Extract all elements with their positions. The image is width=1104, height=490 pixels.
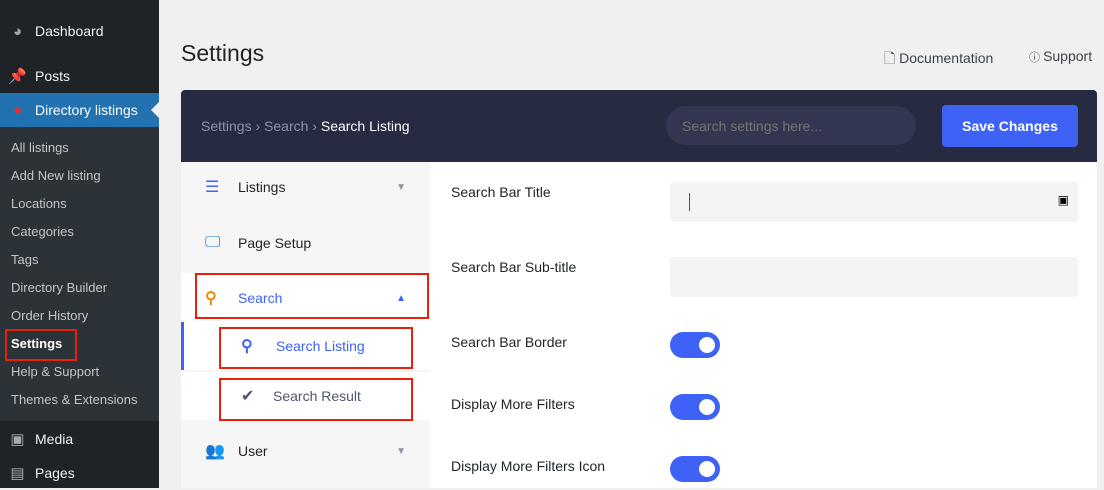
settings-header: Settings › Search › Search Listing Save … [181, 90, 1097, 162]
field-label: Display More Filters Icon [451, 458, 606, 474]
breadcrumb: Settings › Search › Search Listing [201, 118, 410, 134]
nav-page-setup[interactable]: 🖵 Page Setup [181, 218, 430, 268]
highlight-box [219, 327, 413, 369]
pages-icon: ▤ [10, 465, 25, 482]
highlight-box [195, 273, 429, 319]
text-cursor [689, 193, 690, 211]
crumb-current: Search Listing [320, 118, 410, 134]
menu-dashboard[interactable]: ◕ Dashboard [0, 14, 159, 48]
search-bar-border-toggle[interactable] [670, 332, 720, 358]
menu-pages[interactable]: ▤ Pages [0, 456, 159, 490]
submenu-categories[interactable]: Categories [0, 218, 159, 246]
menu-label: Directory listings [35, 102, 138, 118]
save-changes-button[interactable]: Save Changes [942, 105, 1078, 147]
link-label: Support [1043, 48, 1093, 64]
highlight-box [219, 378, 413, 421]
list-icon: ☰ [205, 179, 220, 196]
search-bar-subtitle-input[interactable] [670, 257, 1078, 297]
submenu-themes[interactable]: Themes & Extensions [0, 386, 159, 414]
menu-label: Dashboard [35, 23, 104, 39]
menu-posts[interactable]: 📌 Posts [0, 59, 159, 93]
more-filters-icon-toggle[interactable] [670, 456, 720, 482]
submenu-tags[interactable]: Tags [0, 246, 159, 274]
help-icon: ⓘ [1029, 52, 1044, 64]
link-label: Documentation [899, 50, 994, 66]
nav-label: Page Setup [238, 235, 312, 251]
nav-label: User [238, 443, 268, 459]
caret-down-icon: ▼ [396, 181, 406, 193]
nav-listings[interactable]: ☰ Listings ▼ [181, 162, 430, 212]
contact-card-icon[interactable]: ▣ [1058, 193, 1069, 207]
crumb-search[interactable]: Search [264, 118, 308, 134]
menu-label: Posts [35, 68, 71, 84]
field-label: Display More Filters [451, 396, 575, 412]
page-title: Settings [181, 40, 265, 66]
menu-label: Pages [35, 465, 75, 481]
pin-icon: 📌 [8, 68, 27, 85]
submenu-directory-builder[interactable]: Directory Builder [0, 274, 159, 302]
monitor-icon: 🖵 [205, 234, 221, 251]
highlight-box [5, 329, 77, 361]
settings-nav: ☰ Listings ▼ 🖵 Page Setup ⚲ Search ▲ ⚲ Search … [181, 162, 430, 488]
menu-media[interactable]: ▣ Media [0, 422, 159, 456]
submenu-help[interactable]: Help & Support [0, 358, 159, 386]
field-label: Search Bar Sub-title [451, 259, 577, 275]
more-filters-toggle[interactable] [670, 394, 720, 420]
settings-content: Search Bar Title ▣ Search Bar Sub-title … [430, 162, 1097, 488]
menu-label: Media [35, 431, 74, 447]
search-settings-input[interactable] [666, 106, 916, 145]
search-bar-title-input[interactable]: ▣ [670, 182, 1078, 222]
caret-down-icon: ▼ [396, 445, 406, 457]
support-link[interactable]: ⓘ Support [1029, 48, 1092, 65]
submenu-locations[interactable]: Locations [0, 190, 159, 218]
wp-admin-menu: ◕ Dashboard 📌 Posts ● Directory listings Al… [0, 0, 159, 488]
submenu: All listings Add New listing Locations C… [0, 127, 159, 421]
documentation-link[interactable]: 🗋 Documentation [884, 48, 993, 72]
users-icon: 👥 [205, 443, 225, 460]
submenu-all-listings[interactable]: All listings [0, 134, 159, 162]
menu-directory-listings[interactable]: ● Directory listings [0, 93, 159, 127]
field-label: Search Bar Title [451, 184, 551, 200]
field-label: Search Bar Border [451, 334, 567, 350]
nav-user[interactable]: 👥 User ▼ [181, 426, 430, 476]
document-icon: 🗋 [884, 50, 900, 66]
media-icon: ▣ [10, 431, 25, 448]
map-pin-icon: ● [12, 101, 23, 119]
submenu-order-history[interactable]: Order History [0, 302, 159, 330]
crumb-settings[interactable]: Settings [201, 118, 252, 134]
scrollbar-track[interactable] [1097, 162, 1104, 488]
dashboard-icon: ◕ [12, 22, 23, 40]
nav-label: Listings [238, 179, 286, 195]
submenu-add-new[interactable]: Add New listing [0, 162, 159, 190]
